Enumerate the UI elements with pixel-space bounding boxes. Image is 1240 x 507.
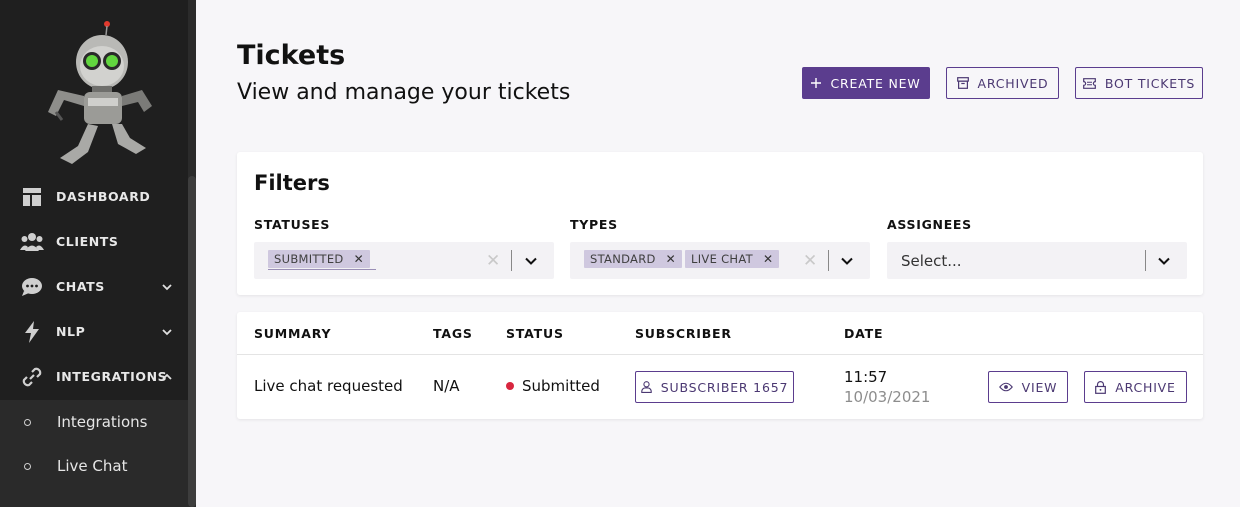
cell-tags: N/A xyxy=(433,377,460,395)
table-header-divider xyxy=(237,354,1203,355)
chevron-down-icon[interactable] xyxy=(160,325,174,339)
circle-bullet-icon xyxy=(24,462,31,470)
type-chip-live-chat: LIVE CHAT ✕ xyxy=(685,250,780,268)
page-subtitle: View and manage your tickets xyxy=(237,80,571,105)
select-divider xyxy=(828,250,829,271)
chevron-down-icon[interactable] xyxy=(839,253,855,269)
status-dot-icon xyxy=(506,382,514,390)
statuses-label: STATUSES xyxy=(254,217,331,232)
statuses-select[interactable]: SUBMITTED ✕ ✕ xyxy=(254,242,554,279)
tickets-table: SUMMARY TAGS STATUS SUBSCRIBER DATE Live… xyxy=(237,312,1203,419)
chip-remove-icon[interactable]: ✕ xyxy=(666,252,676,266)
filters-card: Filters STATUSES TYPES ASSIGNEES SUBMITT… xyxy=(237,152,1203,295)
sidebar-item-nlp[interactable]: NLP xyxy=(0,309,188,354)
chevron-down-icon[interactable] xyxy=(1156,253,1172,269)
sidebar-subitem-integrations[interactable]: Integrations xyxy=(0,400,188,444)
chevron-up-icon[interactable] xyxy=(160,370,174,384)
sidebar-item-dashboard[interactable]: DASHBOARD xyxy=(0,174,188,219)
user-icon xyxy=(641,381,652,393)
robot-mascot-icon xyxy=(48,21,152,164)
sidebar-scrollbar-thumb[interactable] xyxy=(188,176,196,507)
lightning-icon xyxy=(20,320,44,344)
column-header-status[interactable]: STATUS xyxy=(506,326,564,341)
create-new-button[interactable]: CREATE NEW xyxy=(802,67,930,99)
archived-button[interactable]: ARCHIVED xyxy=(946,67,1059,99)
view-label: VIEW xyxy=(1021,379,1058,395)
archive-box-icon xyxy=(956,77,969,89)
assignees-label: ASSIGNEES xyxy=(887,217,972,232)
link-icon xyxy=(20,365,44,389)
sidebar-item-label: DASHBOARD xyxy=(56,189,151,204)
sidebar: DASHBOARD CLIENTS CHATS NLP INTEGRATIONS… xyxy=(0,0,196,507)
sidebar-item-label: CHATS xyxy=(56,279,105,294)
column-header-date[interactable]: DATE xyxy=(844,326,883,341)
chip-label: STANDARD xyxy=(590,252,656,266)
chevron-down-icon[interactable] xyxy=(523,253,539,269)
subscriber-label: SUBSCRIBER 1657 xyxy=(660,379,789,395)
cell-time: 11:57 xyxy=(844,368,888,386)
column-header-summary[interactable]: SUMMARY xyxy=(254,326,331,341)
chip-label: LIVE CHAT xyxy=(691,252,753,266)
circle-bullet-icon xyxy=(24,418,31,426)
plus-icon xyxy=(811,78,822,88)
archive-label: ARCHIVE xyxy=(1115,379,1176,395)
bot-tickets-label: BOT TICKETS xyxy=(1104,75,1196,91)
assignees-select[interactable]: Select... xyxy=(887,242,1187,279)
types-select[interactable]: STANDARD ✕ LIVE CHAT ✕ ✕ xyxy=(570,242,870,279)
sidebar-item-integrations[interactable]: INTEGRATIONS xyxy=(0,354,188,399)
select-divider xyxy=(1145,250,1146,271)
assignees-placeholder: Select... xyxy=(901,252,962,270)
chat-bubble-icon xyxy=(20,275,44,299)
create-new-label: CREATE NEW xyxy=(830,75,921,91)
type-chip-standard: STANDARD ✕ xyxy=(584,250,683,268)
sidebar-subitem-label: Integrations xyxy=(57,413,148,431)
subscriber-button[interactable]: SUBSCRIBER 1657 xyxy=(635,371,794,403)
ticket-icon xyxy=(1082,77,1096,89)
sidebar-item-label: CLIENTS xyxy=(56,234,119,249)
page-title: Tickets xyxy=(237,40,346,71)
types-label: TYPES xyxy=(570,217,618,232)
archive-button[interactable]: ARCHIVE xyxy=(1084,371,1187,403)
cell-date: 10/03/2021 xyxy=(844,388,931,406)
users-icon xyxy=(20,230,44,254)
filters-title: Filters xyxy=(254,171,330,195)
chip-remove-icon[interactable]: ✕ xyxy=(763,252,773,266)
archived-label: ARCHIVED xyxy=(977,75,1049,91)
chevron-down-icon[interactable] xyxy=(160,280,174,294)
column-header-tags[interactable]: TAGS xyxy=(433,326,473,341)
integrations-submenu: Integrations Live Chat xyxy=(0,400,188,507)
lock-icon xyxy=(1095,380,1107,394)
clear-selection-icon[interactable]: ✕ xyxy=(486,251,500,271)
chip-label: SUBMITTED xyxy=(274,252,344,266)
cell-summary: Live chat requested xyxy=(254,377,403,395)
sidebar-item-label: NLP xyxy=(56,324,86,339)
select-divider xyxy=(511,250,512,271)
bot-tickets-button[interactable]: BOT TICKETS xyxy=(1075,67,1203,99)
clear-selection-icon[interactable]: ✕ xyxy=(803,251,817,271)
column-header-subscriber[interactable]: SUBSCRIBER xyxy=(635,326,732,341)
chip-focus-underline xyxy=(268,269,376,270)
dashboard-icon xyxy=(20,185,44,209)
sidebar-item-chats[interactable]: CHATS xyxy=(0,264,188,309)
sidebar-subitem-label: Live Chat xyxy=(57,457,128,475)
sidebar-item-clients[interactable]: CLIENTS xyxy=(0,219,188,264)
view-button[interactable]: VIEW xyxy=(988,371,1068,403)
sidebar-item-label: INTEGRATIONS xyxy=(56,369,168,384)
sidebar-subitem-live-chat[interactable]: Live Chat xyxy=(0,444,188,488)
cell-status: Submitted xyxy=(522,377,600,395)
eye-icon xyxy=(998,382,1013,392)
status-chip-submitted: SUBMITTED ✕ xyxy=(268,250,370,268)
chip-remove-icon[interactable]: ✕ xyxy=(354,252,364,266)
